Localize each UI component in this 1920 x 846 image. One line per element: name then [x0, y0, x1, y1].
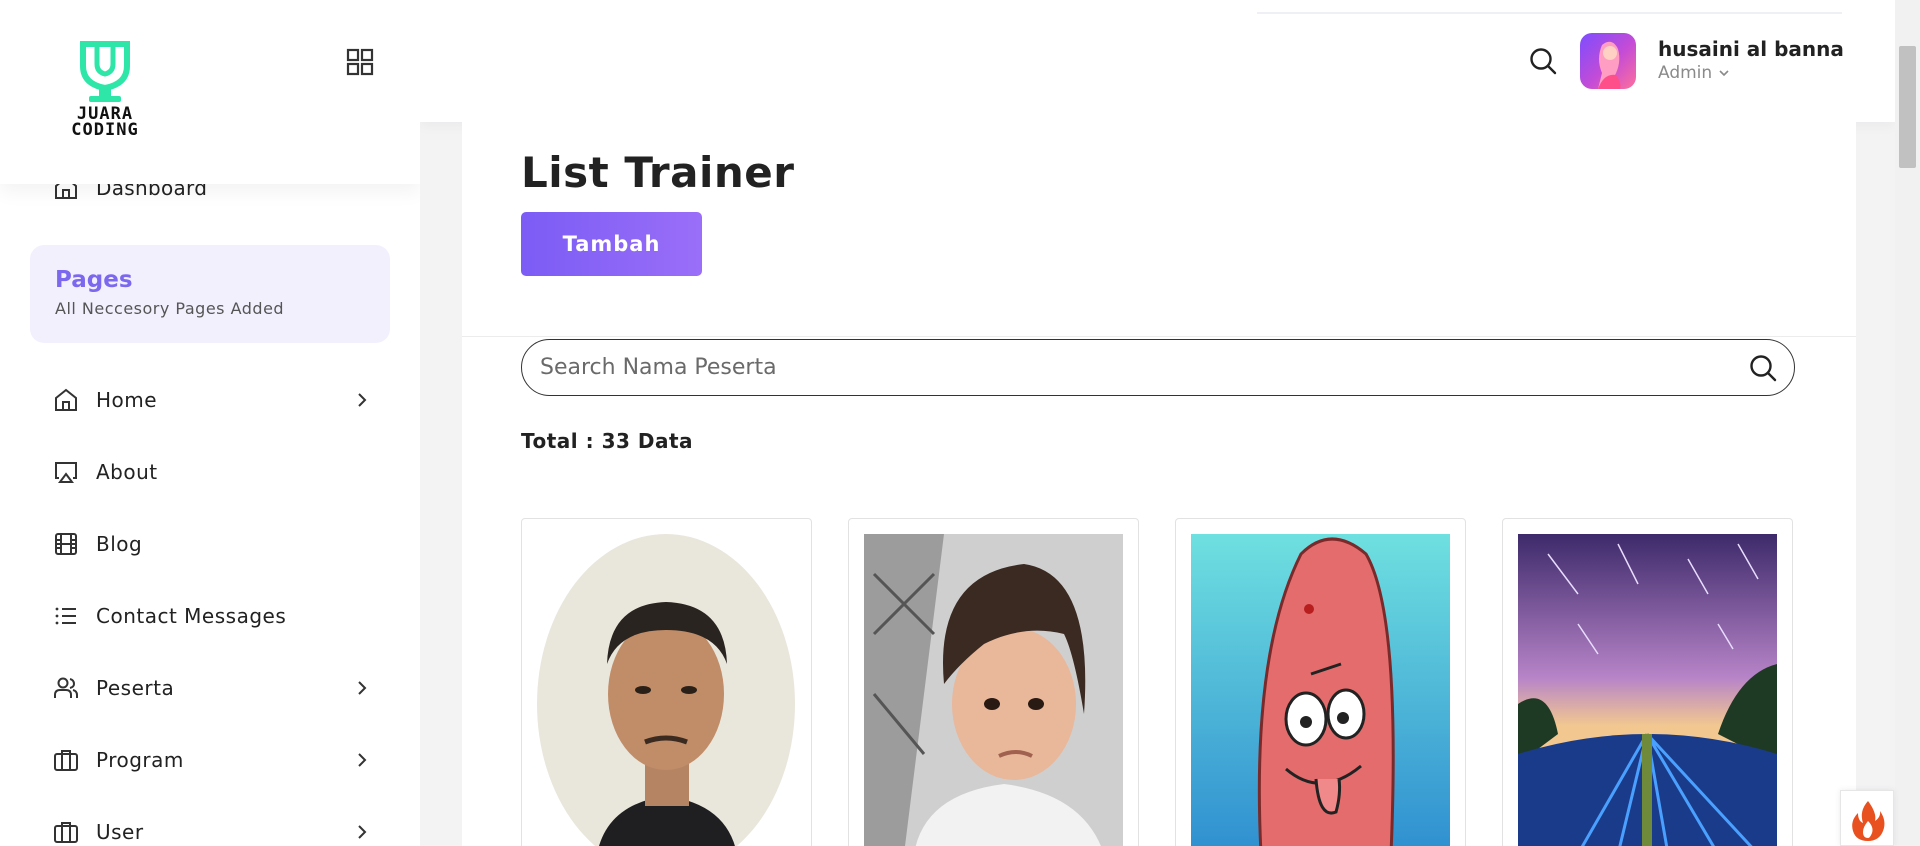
sidebar-item-blog[interactable]: Blog: [52, 526, 372, 562]
sidebar: JUARA CODING Dashboard Pages All Necceso…: [0, 0, 420, 846]
search-input[interactable]: [540, 340, 1720, 394]
sidebar-item-contact-messages[interactable]: Contact Messages: [52, 598, 372, 634]
flame-icon: [1852, 801, 1885, 841]
add-trainer-button[interactable]: Tambah: [521, 212, 702, 276]
sidebar-item-label: Program: [96, 748, 184, 772]
user-role-dropdown[interactable]: Admin: [1658, 63, 1730, 83]
scrollbar-thumb[interactable]: [1899, 46, 1916, 168]
chevron-right-icon: [358, 753, 367, 767]
trainer-card[interactable]: [1502, 518, 1793, 846]
trainer-card[interactable]: [848, 518, 1139, 846]
sidebar-item-user[interactable]: User: [52, 814, 372, 846]
sidebar-item-label: User: [96, 820, 144, 844]
sidebar-item-peserta[interactable]: Peserta: [52, 670, 372, 706]
pages-subtitle: All Neccesory Pages Added: [55, 299, 285, 318]
film-icon: [55, 533, 77, 555]
avatar-illustration: [1598, 41, 1621, 89]
sidebar-header: JUARA CODING: [0, 0, 420, 184]
sidebar-item-label: About: [96, 460, 158, 484]
logo-text: JUARA CODING: [71, 104, 139, 140]
sidebar-item-label: Contact Messages: [96, 604, 287, 628]
trophy-icon: [80, 41, 130, 102]
search-icon[interactable]: [1748, 353, 1778, 383]
main-content-card: List Trainer Tambah Total : 33 Data: [462, 122, 1856, 846]
trainer-card[interactable]: [521, 518, 812, 846]
search-icon[interactable]: [1528, 46, 1558, 76]
trainer-photo: [1518, 534, 1777, 846]
pages-info-box: Pages All Neccesory Pages Added: [30, 245, 390, 343]
search-bar: [521, 339, 1795, 396]
briefcase-icon: [54, 750, 78, 771]
pages-title: Pages: [55, 267, 133, 293]
sidebar-item-label: Blog: [96, 532, 143, 556]
debug-toolbar-button[interactable]: [1840, 790, 1894, 846]
sidebar-item-about[interactable]: About: [52, 454, 372, 490]
chevron-right-icon: [358, 393, 367, 407]
total-count: Total : 33 Data: [521, 429, 694, 453]
trainer-photo: [537, 534, 796, 846]
user-role-label: Admin: [1658, 63, 1713, 83]
list-icon: [55, 607, 76, 625]
section-divider: [462, 336, 1856, 337]
grid-menu-icon[interactable]: [346, 48, 374, 76]
briefcase-icon: [54, 822, 78, 843]
chevron-right-icon: [358, 681, 367, 695]
airplay-icon: [55, 462, 77, 483]
sidebar-item-program[interactable]: Program: [52, 742, 372, 778]
trainer-card[interactable]: [1175, 518, 1466, 846]
sidebar-item-home[interactable]: Home: [52, 382, 372, 418]
sidebar-item-label: Home: [96, 388, 158, 412]
home-icon: [55, 388, 77, 411]
trainer-photo: [1191, 534, 1450, 846]
avatar[interactable]: [1580, 33, 1636, 89]
trainer-photo: [864, 534, 1123, 846]
user-name: husaini al banna: [1658, 37, 1844, 61]
chevron-right-icon: [358, 825, 367, 839]
header-divider: [1257, 12, 1842, 14]
page-title: List Trainer: [521, 148, 795, 197]
sidebar-item-label: Peserta: [96, 676, 175, 700]
chevron-down-icon: [1719, 70, 1729, 77]
top-header: husaini al banna Admin: [420, 0, 1895, 122]
users-icon: [54, 677, 78, 698]
juara-coding-logo[interactable]: JUARA CODING: [50, 40, 160, 144]
